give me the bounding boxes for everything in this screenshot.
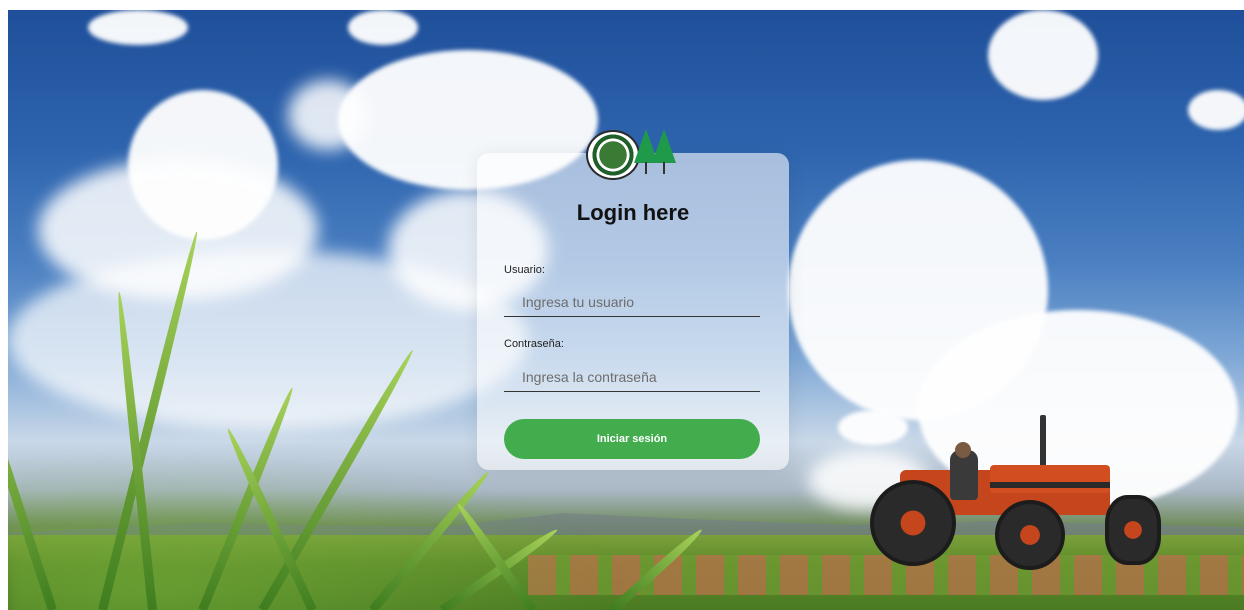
username-label: Usuario: — [504, 264, 545, 276]
institution-logo-icon — [586, 126, 682, 180]
tractor-hood — [990, 465, 1110, 493]
tractor-rear-wheel — [870, 480, 956, 566]
cloud — [348, 10, 418, 45]
login-submit-button[interactable]: Iniciar sesión — [504, 419, 760, 459]
tractor-driver-head — [955, 442, 971, 458]
seal-icon — [586, 130, 640, 180]
pine-tree-icon — [652, 129, 676, 163]
cloud — [88, 10, 188, 45]
cloud — [988, 10, 1098, 100]
username-input[interactable] — [504, 287, 760, 317]
tractor-illustration — [860, 410, 1161, 570]
cloud — [1188, 90, 1244, 130]
tractor-implement-wheel — [1105, 495, 1161, 565]
tree-trunk — [663, 162, 665, 174]
tractor-front-wheel — [995, 500, 1065, 570]
password-input[interactable] — [504, 362, 760, 392]
tree-trunk — [645, 162, 647, 174]
login-title: Login here — [576, 200, 690, 225]
tractor-exhaust — [1040, 415, 1046, 470]
password-label: Contraseña: — [504, 338, 564, 350]
tractor-stripe — [990, 482, 1110, 488]
